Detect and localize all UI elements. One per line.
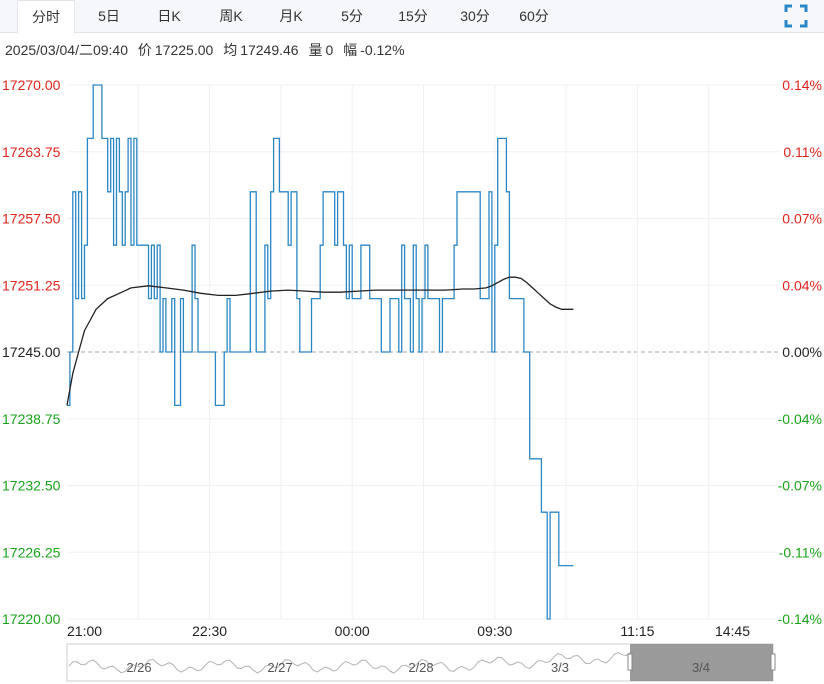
y-tick-label-right: 0.14% [782, 77, 822, 93]
y-tick-label-right: 0.11% [783, 144, 822, 160]
intraday-chart: 17270.00 0.14% 17263.75 0.11% 17257.50 0.07% 1… [2, 77, 822, 682]
tab-daily-k[interactable]: 日K [146, 0, 192, 33]
y-tick-label-left: 17220.00 [2, 611, 61, 627]
tab-60-min[interactable]: 60分 [508, 0, 560, 33]
y-tick-label-right: 0.07% [782, 211, 822, 227]
volume-label: 量 [308, 42, 323, 58]
y-tick-label-left: 17226.25 [2, 544, 61, 560]
y-tick-label-left: 17232.50 [2, 478, 61, 494]
navigator-date-label: 2/27 [267, 660, 292, 675]
tab-5-min[interactable]: 5分 [330, 0, 374, 33]
navigator-date-label: 3/4 [692, 660, 710, 675]
y-tick-label-left: 17245.00 [2, 344, 61, 360]
price-label: 价 [137, 42, 152, 58]
average-label: 均 [223, 42, 238, 58]
x-tick-label: 14:45 [715, 623, 750, 639]
tab-monthly-k[interactable]: 月K [267, 0, 315, 33]
navigator-date-label: 2/26 [126, 660, 151, 675]
tab-5-day[interactable]: 5日 [86, 0, 132, 33]
navigator-handle-left [627, 653, 633, 671]
change-value: -0.12% [360, 42, 405, 58]
navigator-date-label: 2/28 [408, 660, 433, 675]
quote-datetime: 2025/03/04/二09:40 [5, 42, 128, 58]
volume-value: 0 [325, 42, 334, 58]
navigator-date-label: 3/3 [551, 660, 569, 675]
y-tick-label-left: 17270.00 [2, 77, 61, 93]
x-tick-label: 00:00 [335, 623, 370, 639]
y-tick-label-right: 0.00% [782, 344, 822, 360]
tab-15-min[interactable]: 15分 [387, 0, 439, 33]
price-value: 17225.00 [154, 42, 214, 58]
period-tab-bar: 分时 5日 日K 周K 月K 5分 15分 30分 60分 [0, 0, 824, 34]
y-tick-label-right: -0.07% [778, 478, 822, 494]
average-value: 17249.46 [240, 42, 299, 58]
y-tick-label-left: 17263.75 [2, 144, 61, 160]
expand-icon[interactable] [784, 4, 808, 28]
y-tick-label-right: 0.04% [782, 277, 822, 293]
y-tick-label-right: -0.11% [779, 544, 822, 560]
y-tick-label-left: 17257.50 [2, 211, 61, 227]
tab-intraday[interactable]: 分时 [17, 0, 75, 34]
tab-30-min[interactable]: 30分 [449, 0, 501, 33]
y-tick-label-right: -0.14% [778, 611, 822, 627]
x-tick-label: 21:00 [67, 623, 102, 639]
x-tick-label: 09:30 [477, 623, 512, 639]
navigator-handle-right [770, 653, 776, 671]
y-tick-label-right: -0.04% [778, 411, 822, 427]
y-tick-label-left: 17238.75 [2, 411, 61, 427]
tab-weekly-k[interactable]: 周K [207, 0, 255, 33]
x-tick-label: 22:30 [192, 623, 227, 639]
x-tick-label: 11:15 [620, 623, 654, 639]
change-label: 幅 [343, 42, 358, 58]
quote-info-bar: 2025/03/04/二09:40 价 17225.00 均 17249.46 量0… [0, 35, 824, 65]
y-tick-label-left: 17251.25 [2, 277, 61, 293]
